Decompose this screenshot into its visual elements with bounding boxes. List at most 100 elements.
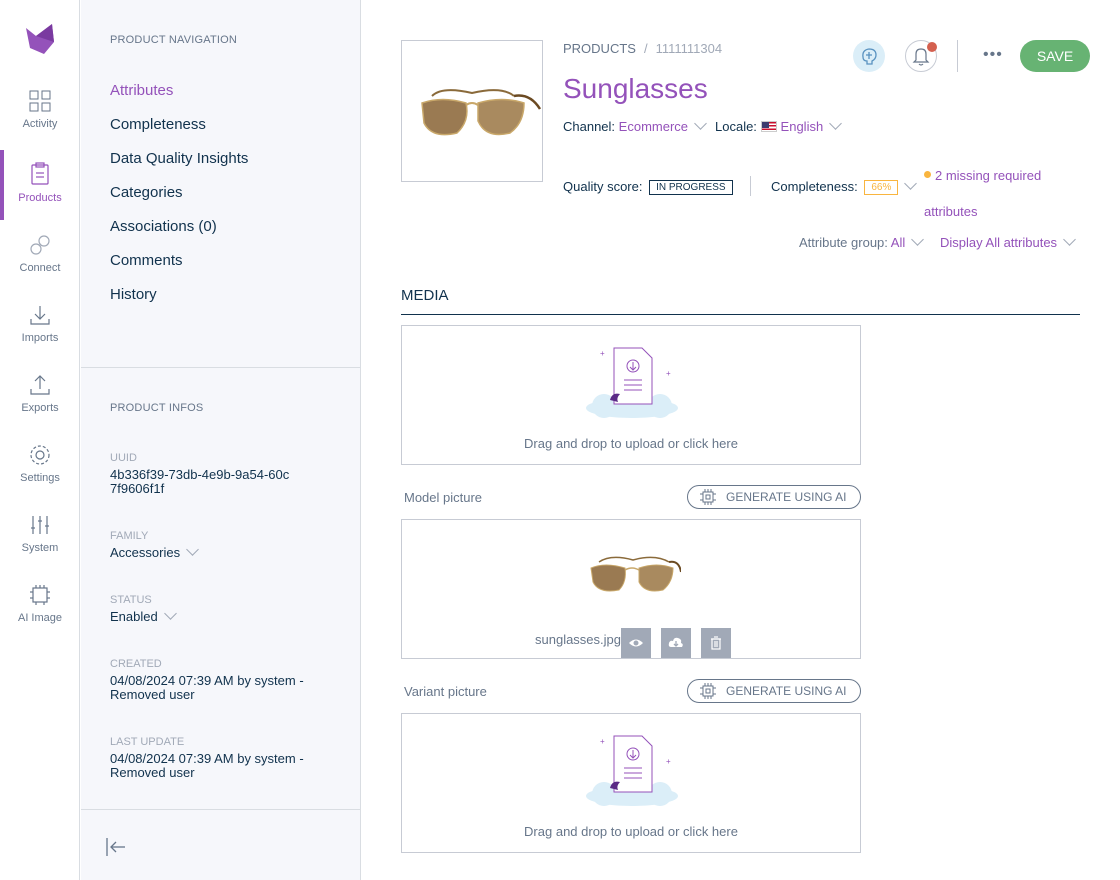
completeness-badge: 66% xyxy=(864,180,899,195)
nav-label: Settings xyxy=(20,472,60,484)
collapse-column-icon[interactable] xyxy=(105,836,127,858)
svg-text:+: + xyxy=(600,349,605,358)
chevron-down-icon xyxy=(694,117,707,130)
notifications-button[interactable] xyxy=(905,40,937,72)
nav-label: AI Image xyxy=(17,612,63,624)
quality-score-label: Quality score: xyxy=(563,179,643,194)
download-button[interactable] xyxy=(661,628,691,658)
uuid-value: 4b336f39-73db-4e9b-9a54-60c7f9606f1f xyxy=(110,467,290,496)
model-picture-label: Model picture xyxy=(404,490,483,505)
upload-illustration-icon: ++ xyxy=(586,735,678,806)
nav-label: System xyxy=(21,542,59,554)
nav-label: Products xyxy=(18,192,62,204)
delete-button[interactable] xyxy=(701,628,731,658)
header-divider xyxy=(957,40,958,72)
ai-chip-icon xyxy=(700,683,716,699)
column-link-data-quality[interactable]: Data Quality Insights xyxy=(110,150,248,167)
nav-item-ai-image[interactable]: AI Image xyxy=(0,584,80,654)
created-label: CREATED xyxy=(110,658,162,670)
nav-item-imports[interactable]: Imports xyxy=(0,304,80,374)
sunglasses-image xyxy=(421,89,542,136)
last-update-value: 04/08/2024 07:39 AM by system - Removed … xyxy=(110,751,304,780)
product-infos-title: PRODUCT INFOS xyxy=(110,402,204,414)
quality-score: Quality score: IN PROGRESS xyxy=(563,179,733,195)
missing-attributes-text: 2 missing required attributes xyxy=(924,168,1042,219)
column-link-comments[interactable]: Comments xyxy=(110,252,183,269)
ai-image-icon xyxy=(30,585,50,605)
eye-icon xyxy=(629,639,643,647)
channel-switcher[interactable]: Channel: Ecommerce xyxy=(563,117,707,134)
status-value: Enabled xyxy=(110,609,158,624)
generate-ai-variant-button[interactable]: GENERATE USING AI xyxy=(687,679,861,703)
trash-icon xyxy=(711,636,721,650)
main-navigation: Activity Products Connect Imports Export xyxy=(0,0,80,880)
column-link-associations[interactable]: Associations (0) xyxy=(110,218,217,235)
imports-icon xyxy=(30,306,50,325)
save-button[interactable]: SAVE xyxy=(1020,40,1090,72)
dropzone-text: Drag and drop to upload or click here xyxy=(524,824,738,839)
breadcrumb-separator: / xyxy=(643,41,648,56)
settings-icon xyxy=(30,445,50,465)
nav-item-exports[interactable]: Exports xyxy=(0,374,80,444)
display-all-label: Display All attributes xyxy=(940,235,1058,250)
app: Activity Products Connect Imports Export xyxy=(0,0,1120,880)
nav-label: Activity xyxy=(22,118,58,130)
locale-switcher[interactable]: Locale: English xyxy=(715,117,843,134)
column-link-attributes[interactable]: Attributes xyxy=(110,82,173,99)
display-attributes-filter[interactable]: Display All attributes xyxy=(940,233,1076,250)
attribute-group-value: All xyxy=(890,235,906,250)
dropzone-text: Drag and drop to upload or click here xyxy=(524,436,738,451)
breadcrumb-products-link[interactable]: PRODUCTS xyxy=(563,41,636,56)
akeneo-logo[interactable] xyxy=(22,20,58,56)
ai-chip-icon xyxy=(700,489,716,505)
channel-value: Ecommerce xyxy=(618,119,689,134)
attribute-group-filter[interactable]: Attribute group: All xyxy=(799,233,925,250)
nav-item-system[interactable]: System xyxy=(0,514,80,584)
column-divider xyxy=(81,809,361,810)
column-link-categories[interactable]: Categories xyxy=(110,184,183,201)
warning-dot-icon xyxy=(924,171,931,178)
nav-item-connect[interactable]: Connect xyxy=(0,234,80,304)
quality-score-badge: IN PROGRESS xyxy=(649,180,733,195)
nav-label: Imports xyxy=(21,332,59,344)
nav-item-products[interactable]: Products xyxy=(0,150,80,220)
channel-label: Channel: xyxy=(563,119,616,134)
svg-text:+: + xyxy=(666,369,671,378)
svg-text:+: + xyxy=(666,757,671,766)
cloud-download-icon xyxy=(668,637,683,647)
ai-button-label: GENERATE USING AI xyxy=(726,490,847,504)
chevron-down-icon xyxy=(911,233,925,246)
column-link-history[interactable]: History xyxy=(110,286,157,303)
completeness-label: Completeness: xyxy=(771,179,858,194)
product-thumbnail[interactable] xyxy=(401,40,543,182)
variant-picture-label: Variant picture xyxy=(404,684,487,699)
preview-button[interactable] xyxy=(621,628,651,658)
us-flag-icon xyxy=(760,121,777,132)
completeness-dropdown[interactable]: Completeness: 66% xyxy=(771,177,918,195)
family-select[interactable]: Accessories xyxy=(110,543,330,560)
product-column: PRODUCT NAVIGATION Attributes Completene… xyxy=(81,0,361,880)
data-quality-insights-button[interactable] xyxy=(853,40,885,72)
connect-icon xyxy=(30,235,50,255)
page-title: Sunglasses xyxy=(563,73,708,104)
breadcrumb: PRODUCTS / 1111111304 xyxy=(563,41,722,56)
generate-ai-model-button[interactable]: GENERATE USING AI xyxy=(687,485,861,509)
attribute-group-label: Attribute group: xyxy=(799,235,888,250)
exports-icon xyxy=(30,375,50,395)
more-actions-button[interactable]: ••• xyxy=(983,46,1007,66)
column-link-completeness[interactable]: Completeness xyxy=(110,116,206,133)
status-select[interactable]: Enabled xyxy=(110,607,330,624)
main-image-dropzone[interactable]: + + Drag and drop to upload or click here xyxy=(401,325,861,465)
system-icon xyxy=(31,516,49,534)
locale-label: Locale: xyxy=(715,119,757,134)
last-update-label: LAST UPDATE xyxy=(110,736,185,748)
ai-button-label: GENERATE USING AI xyxy=(726,684,847,698)
variant-picture-dropzone[interactable]: + + Drag and drop to upload or click here xyxy=(401,713,861,853)
missing-attributes-link[interactable]: 2 missing required attributes xyxy=(924,158,1074,230)
nav-item-settings[interactable]: Settings xyxy=(0,444,80,514)
status-label: STATUS xyxy=(110,594,152,606)
media-section-title: MEDIA xyxy=(401,287,449,304)
products-icon xyxy=(31,162,49,185)
model-file-name: sunglasses.jpg xyxy=(535,632,621,647)
brain-icon xyxy=(862,48,877,65)
